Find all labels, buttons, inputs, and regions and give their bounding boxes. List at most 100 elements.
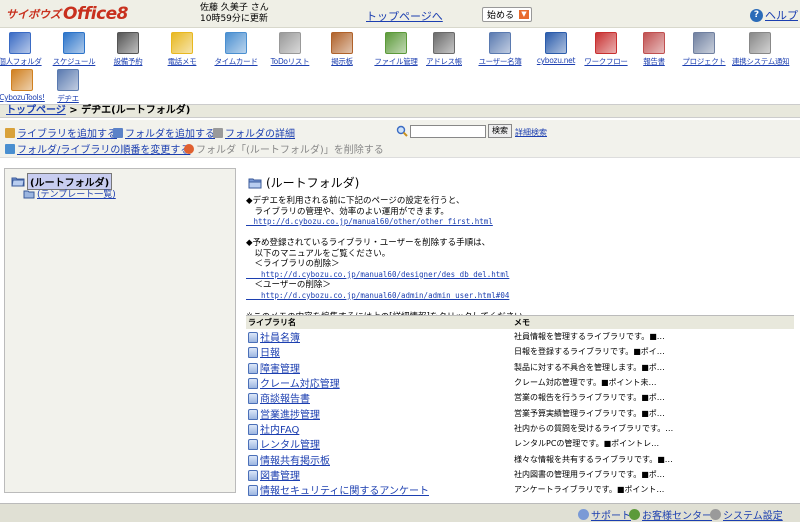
library-link[interactable]: 情報セキュリティに関するアンケート (260, 486, 429, 497)
library-link[interactable]: レンタル管理 (260, 440, 320, 451)
app-label: 設備予約 (113, 57, 143, 66)
cybozu-logo[interactable]: サイボウズ Office8 (6, 4, 129, 24)
database-icon (248, 347, 258, 359)
customer-center-link[interactable]: お客様センター (629, 507, 712, 522)
library-name-cell: 日報 (246, 344, 512, 359)
library-name-cell: 図書管理 (246, 467, 512, 482)
app-label: 個人フォルダ (0, 57, 42, 66)
app-timecard[interactable]: タイムカード (208, 32, 264, 67)
system-settings-label: システム設定 (723, 511, 783, 522)
system-settings-link[interactable]: システム設定 (710, 507, 783, 522)
app-address-book[interactable]: アドレス帳 (416, 32, 472, 67)
library-link[interactable]: クレーム対応管理 (260, 379, 340, 390)
app-schedule[interactable]: スケジュール (46, 32, 102, 67)
folder-details-label: フォルダの詳細 (225, 129, 295, 140)
folder-icon (248, 178, 262, 188)
add-folder-button[interactable]: フォルダを追加する (113, 125, 215, 140)
memo-url-link[interactable]: http://d.cybozu.co.jp/manual60/admin/adm… (246, 291, 509, 300)
folder-icon (23, 190, 35, 198)
app-phone-memo[interactable]: 電話メモ (154, 32, 210, 67)
support-label: サポート (591, 511, 631, 522)
memo-text: ライブラリの管理や、効率のよい運用ができます。 (246, 206, 449, 217)
search-button[interactable]: 検索 (488, 124, 512, 138)
memo-url-link[interactable]: http://d.cybozu.co.jp/manual60/other/oth… (246, 217, 492, 226)
table-row: 障害管理 製品に対する不具合を管理します。■ポ… (246, 360, 794, 375)
start-menu-select[interactable]: 始める ▼ (482, 7, 532, 22)
library-link[interactable]: 障害管理 (260, 364, 300, 375)
memo-url-link[interactable]: http://d.cybozu.co.jp/manual60/designer/… (246, 270, 509, 279)
app-label: ユーザー名簿 (478, 57, 522, 66)
logo-prefix: サイボウズ (6, 8, 61, 21)
memo-text: ◆予め登録されているライブラリ・ユーザーを削除する手順は、 (246, 238, 491, 248)
library-link[interactable]: 商談報告書 (260, 394, 310, 405)
reorder-icon (5, 143, 15, 154)
start-menu-label: 始める (487, 11, 515, 21)
library-link[interactable]: 社内FAQ (260, 425, 299, 436)
user-name[interactable]: 佐藤 久美子 さん (200, 3, 269, 14)
app-label: cybozu.net (536, 56, 576, 65)
reorder-button[interactable]: フォルダ/ライブラリの順番を変更する (5, 141, 190, 156)
add-library-button[interactable]: ライブラリを追加する (5, 125, 117, 140)
library-link[interactable]: 図書管理 (260, 471, 300, 482)
customer-center-icon (629, 509, 640, 520)
library-link[interactable]: 社員名簿 (260, 333, 300, 344)
logo-main: Office8 (63, 4, 129, 24)
app-facility[interactable]: 設備予約 (100, 32, 156, 67)
table-row: 商談報告書 営業の報告を行うライブラリです。■ポ… (246, 390, 794, 405)
add-library-label: ライブラリを追加する (17, 129, 117, 140)
breadcrumb-top-link[interactable]: トップページ (6, 105, 66, 116)
tools-icon (11, 69, 33, 91)
support-link[interactable]: サポート (578, 507, 631, 522)
app-personal-folder[interactable]: 個人フォルダ (0, 32, 48, 67)
cybozu-net-icon (545, 32, 567, 54)
library-name-cell: 障害管理 (246, 360, 512, 375)
table-row: 情報共有掲示板 様々な情報を共有するライブラリです。■… (246, 451, 794, 467)
advanced-search-link[interactable]: 詳細検索 (515, 127, 547, 138)
search-input[interactable] (410, 125, 486, 138)
toppage-link[interactable]: トップページへ (366, 8, 443, 24)
app-dezie[interactable]: デヂエ (40, 69, 96, 104)
workflow-icon (595, 32, 617, 54)
library-name-cell: クレーム対応管理 (246, 375, 512, 390)
folder-memo: ◆デヂエを利用される前に下記のページの設定を行うと、 ライブラリの管理や、効率の… (246, 196, 786, 322)
library-link[interactable]: 営業進捗管理 (260, 410, 320, 421)
library-link[interactable]: 情報共有掲示板 (260, 456, 330, 467)
folder-title-text: (ルートフォルダ) (266, 176, 360, 190)
tree-template-folder[interactable]: (テンプレート一覧) (23, 187, 116, 200)
app-label: 報告書 (643, 57, 665, 66)
memo-text: ＜ライブラリの削除＞ (246, 259, 340, 269)
app-project[interactable]: プロジェクト (676, 32, 732, 67)
delete-folder-label: フォルダ「(ルートフォルダ)」を削除する (196, 145, 384, 156)
app-cybozu-net[interactable]: cybozu.net (528, 32, 584, 65)
app-user-list[interactable]: ユーザー名簿 (472, 32, 528, 67)
database-icon (248, 393, 258, 405)
memo-line: http://d.cybozu.co.jp/manual60/admin/adm… (246, 291, 786, 302)
memo-text: ＜ユーザーの削除＞ (246, 280, 331, 290)
delete-icon (184, 143, 194, 154)
report-icon (643, 32, 665, 54)
table-row: 社員名簿 社員情報を管理するライブラリです。■… (246, 329, 794, 344)
help-label: ヘルプ (765, 9, 798, 22)
help-link[interactable]: ? ヘルプ (750, 7, 798, 23)
search-icon (396, 125, 408, 137)
library-memo-cell: 様々な情報を共有するライブラリです。■… (514, 454, 673, 464)
library-memo-cell: クレーム対応管理です。■ポイント未… (514, 378, 657, 388)
folder-details-button[interactable]: フォルダの詳細 (213, 125, 295, 140)
file-icon (385, 32, 407, 54)
library-link[interactable]: 日報 (260, 348, 280, 359)
app-todo[interactable]: ToDoリスト (262, 32, 318, 67)
app-bulletin[interactable]: 掲示板 (314, 32, 370, 67)
app-report[interactable]: 報告書 (626, 32, 682, 67)
breadcrumb: トップページ > デヂエ(ルートフォルダ) (0, 104, 800, 118)
reorder-label: フォルダ/ライブラリの順番を変更する (17, 145, 191, 156)
memo-text: ◆デヂエを利用される前に下記のページの設定を行うと、 (246, 196, 465, 206)
library-memo-cell: 日報を登録するライブラリです。■ポイ… (514, 347, 665, 357)
memo-line: ＜ライブラリの削除＞ (246, 259, 786, 270)
app-label: 掲示板 (331, 57, 353, 66)
support-icon (578, 509, 589, 520)
app-label: ToDoリスト (270, 57, 310, 66)
app-system-notify[interactable]: 連携システム通知 (732, 32, 790, 67)
add-folder-label: フォルダを追加する (125, 129, 215, 140)
project-icon (693, 32, 715, 54)
library-table: ライブラリ名 メモ 社員名簿 社員情報を管理するライブラリです。■… 日報 日報を登録… (246, 315, 794, 497)
